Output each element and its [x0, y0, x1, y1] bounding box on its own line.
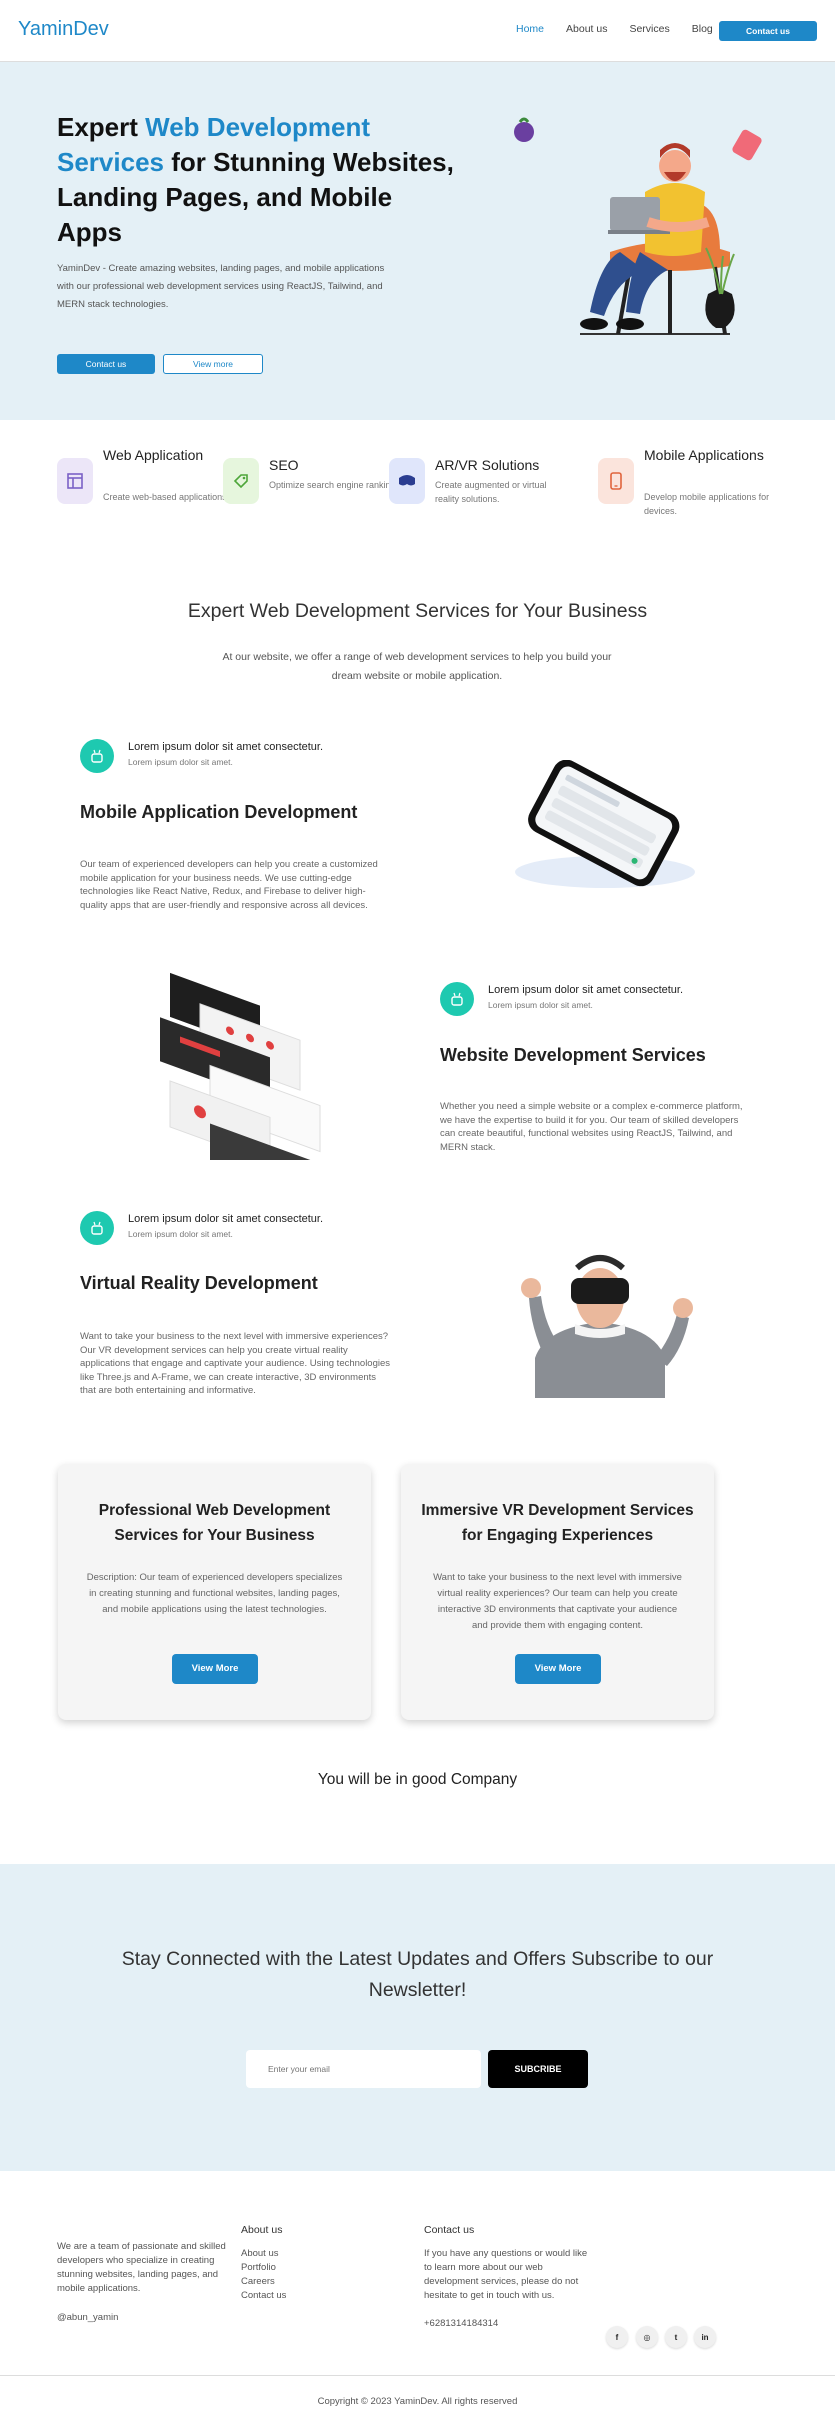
twitter-icon[interactable]: t — [665, 2326, 687, 2348]
feature-title: Web Application — [103, 447, 204, 463]
feature-mobile-applications: Mobile Applications Develop mobile appli… — [598, 446, 798, 516]
card-title: Professional Web Development Services fo… — [98, 1502, 331, 1544]
service-desc: Want to take your business to the next l… — [80, 1331, 391, 1396]
service-kicker: Lorem ipsum dolor sit amet consectetur. — [128, 1213, 324, 1225]
nav-links: Home About us Services Blog — [516, 23, 713, 35]
site-logo[interactable]: YaminDev — [18, 18, 109, 41]
service-kicker-sub: Lorem ipsum dolor sit amet. — [128, 757, 233, 767]
hero-contact-button[interactable]: Contact us — [57, 354, 155, 374]
vr-person-image — [521, 1255, 693, 1398]
top-navbar: YaminDev Home About us Services Blog Con… — [0, 0, 835, 62]
service-kicker: Lorem ipsum dolor sit amet consectetur. — [488, 984, 684, 996]
footer-about-text: We are a team of passionate and skilled … — [57, 2241, 226, 2294]
nav-link-services[interactable]: Services — [629, 23, 669, 35]
feature-title: Mobile Applications — [644, 447, 764, 463]
feature-desc: Create augmented or virtual reality solu… — [435, 480, 547, 504]
footer-link-portfolio[interactable]: Portfolio — [241, 2261, 276, 2275]
service-kicker: Lorem ipsum dolor sit amet consectetur. — [128, 741, 324, 753]
nav-link-home[interactable]: Home — [516, 23, 544, 35]
email-input[interactable] — [246, 2050, 481, 2088]
newsletter-title: Stay Connected with the Latest Updates a… — [121, 1948, 714, 2001]
service-desc: Our team of experienced developers can h… — [80, 859, 378, 911]
service-card-web: Professional Web Development Services fo… — [58, 1464, 371, 1720]
service-title: Website Development Services — [440, 1045, 706, 1065]
service-title: Virtual Reality Development — [80, 1273, 318, 1293]
footer-handle[interactable]: @abun_yamin — [57, 2312, 118, 2323]
footer-link-about[interactable]: About us — [241, 2247, 279, 2261]
feature-desc: Create web-based applications. — [103, 492, 230, 502]
service-kicker-sub: Lorem ipsum dolor sit amet. — [128, 1229, 233, 1239]
footer-about-title: About us — [241, 2224, 283, 2236]
footer-divider — [0, 2375, 835, 2376]
nav-link-about[interactable]: About us — [566, 23, 607, 35]
services-title: Expert Web Development Services for Your… — [187, 600, 648, 622]
service-card-vr: Immersive VR Development Services for En… — [401, 1464, 714, 1720]
card-title: Immersive VR Development Services for En… — [421, 1502, 694, 1544]
footer-contact-text: If you have any questions or would like … — [424, 2248, 588, 2301]
newsletter-section: Stay Connected with the Latest Updates a… — [0, 1864, 835, 2171]
facebook-icon[interactable]: f — [606, 2326, 628, 2348]
footer-link-careers[interactable]: Careers — [241, 2275, 275, 2289]
footer-link-contact[interactable]: Contact us — [241, 2289, 286, 2303]
linkedin-icon[interactable]: in — [694, 2326, 716, 2348]
card-desc: Want to take your business to the next l… — [433, 1572, 682, 1631]
feature-desc: Optimize search engine ranking. — [269, 480, 399, 490]
service-kicker-sub: Lorem ipsum dolor sit amet. — [488, 1000, 593, 1010]
hero-title: Expert Web Development Services for Stun… — [57, 112, 454, 247]
vr-headset-icon — [389, 458, 425, 504]
card-view-more-button[interactable]: View More — [515, 1654, 601, 1684]
service-desc: Whether you need a simple website or a c… — [440, 1101, 743, 1153]
card-view-more-button[interactable]: View More — [172, 1654, 258, 1684]
mobile-phone-image — [515, 760, 695, 888]
feature-desc: Develop mobile applications for devices. — [644, 492, 770, 516]
service-title: Mobile Application Development — [80, 802, 358, 822]
hero-view-more-button[interactable]: View more — [163, 354, 263, 374]
feature-ar-vr: AR/VR Solutions Create augmented or virt… — [389, 446, 589, 516]
instagram-icon[interactable]: ◎ — [636, 2326, 658, 2348]
footer-contact-title: Contact us — [424, 2224, 475, 2236]
hero-section: Expert Web Development Services for Stun… — [0, 62, 835, 420]
footer-phone[interactable]: +6281314184314 — [424, 2317, 498, 2331]
subscribe-button[interactable]: SUBCRIBE — [488, 2050, 588, 2088]
good-company-heading: You will be in good Company — [317, 1771, 518, 1788]
tag-icon — [223, 458, 259, 504]
smartphone-icon — [598, 458, 634, 504]
feature-title: AR/VR Solutions — [435, 457, 540, 473]
android-icon — [80, 1211, 114, 1245]
nav-contact-button[interactable]: Contact us — [719, 21, 817, 41]
android-icon — [440, 982, 474, 1016]
android-icon — [80, 739, 114, 773]
nav-link-blog[interactable]: Blog — [692, 23, 713, 35]
services-subtitle: At our website, we offer a range of web … — [222, 651, 612, 682]
hero-description: YaminDev - Create amazing websites, land… — [57, 263, 385, 310]
card-desc: Description: Our team of experienced dev… — [86, 1572, 343, 1615]
copyright-text: Copyright © 2023 YaminDev. All rights re… — [317, 2396, 518, 2407]
website-mockups-image — [160, 972, 330, 1160]
feature-title: SEO — [269, 457, 299, 473]
hero-illustration — [514, 117, 762, 335]
browser-window-icon — [57, 458, 93, 504]
